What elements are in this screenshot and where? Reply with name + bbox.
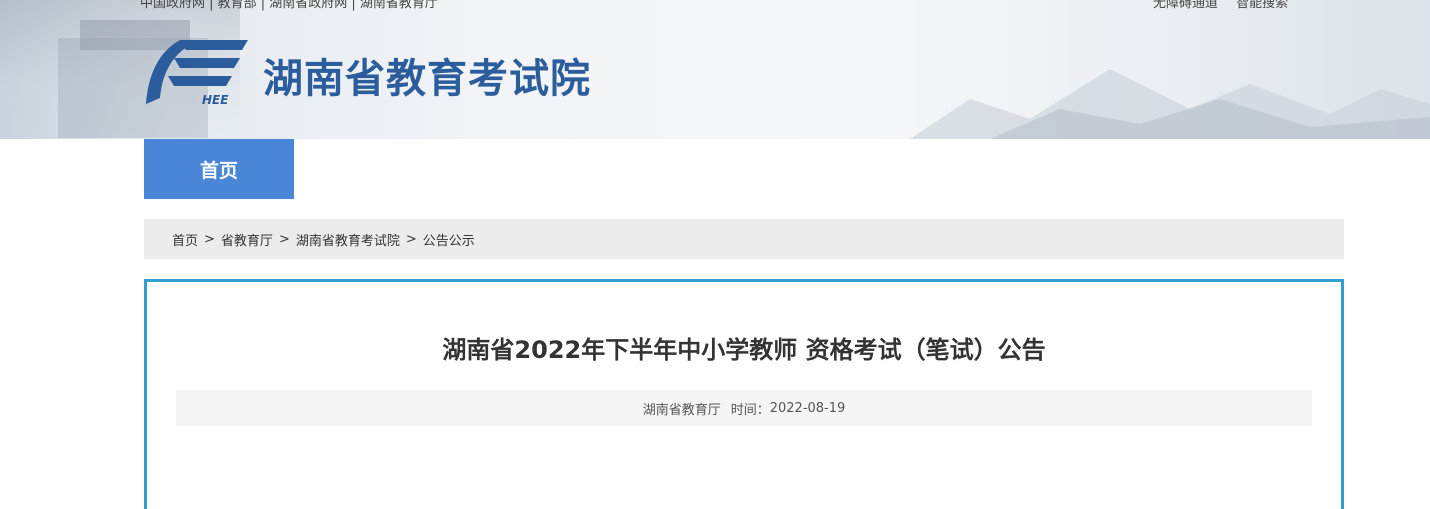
- smart-search-link[interactable]: 智能搜索: [1236, 0, 1288, 11]
- breadcrumb-separator: >: [405, 231, 417, 247]
- article-card: 湖南省2022年下半年中小学教师 资格考试（笔试）公告 湖南省教育厅 时间： 2…: [144, 279, 1344, 509]
- site-logo-icon[interactable]: HEE: [144, 36, 252, 106]
- article-time-label: 时间：: [730, 402, 770, 418]
- accessibility-link[interactable]: 无障碍通道: [1153, 0, 1218, 11]
- logo-text: HEE: [202, 93, 229, 106]
- breadcrumb-item-announcements[interactable]: 公告公示: [423, 230, 475, 249]
- site-title[interactable]: 湖南省教育考试院: [263, 46, 591, 104]
- top-links-left[interactable]: 中国政府网 | 教育部 | 湖南省政府网 | 湖南省教育厅: [140, 0, 438, 11]
- breadcrumb-separator: >: [278, 231, 290, 247]
- breadcrumb-separator: >: [204, 231, 215, 247]
- breadcrumb-item-exam-institute[interactable]: 湖南省教育考试院: [296, 230, 400, 249]
- breadcrumb: 首页 > 省教育厅 > 湖南省教育考试院 > 公告公示: [144, 219, 1344, 259]
- breadcrumb-item-home[interactable]: 首页: [172, 230, 198, 249]
- article-title: 湖南省2022年下半年中小学教师 资格考试（笔试）公告: [442, 336, 1046, 364]
- article-meta: 湖南省教育厅 时间： 2022-08-19: [176, 390, 1312, 426]
- nav-home-tab[interactable]: 首页: [144, 139, 294, 199]
- breadcrumb-item-department[interactable]: 省教育厅: [221, 230, 273, 249]
- banner-mountains-art: [910, 69, 1430, 139]
- header-banner: 中国政府网 | 教育部 | 湖南省政府网 | 湖南省教育厅 无障碍通道 智能搜索…: [0, 0, 1430, 139]
- top-links-right: 无障碍通道 智能搜索: [1153, 0, 1302, 11]
- article-source: 湖南省教育厅: [642, 402, 721, 418]
- article-date: 2022-08-19: [769, 400, 846, 416]
